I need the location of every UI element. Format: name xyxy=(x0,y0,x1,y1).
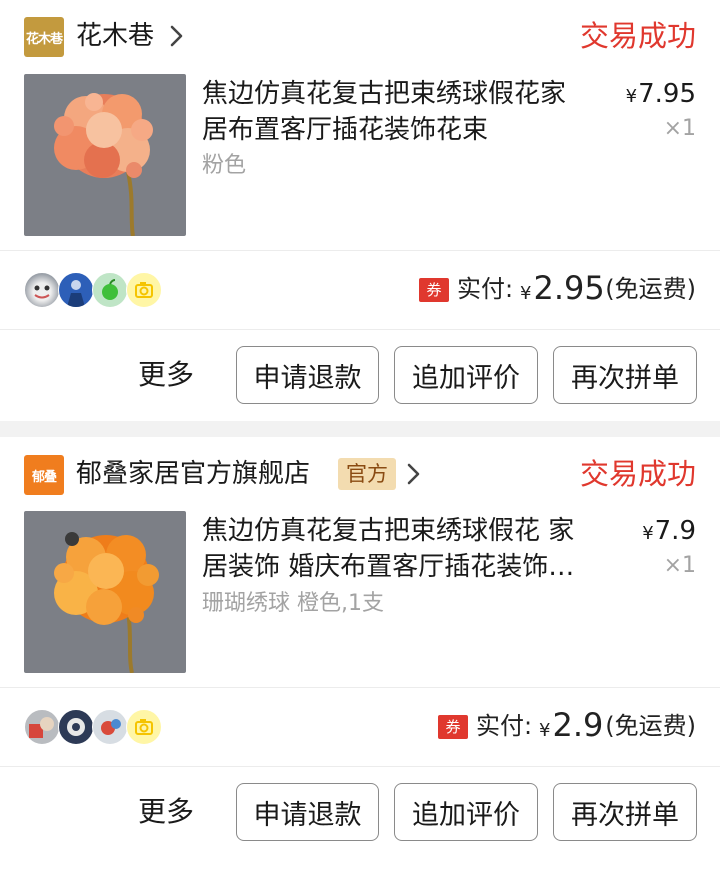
add-review-button[interactable]: 追加评价 xyxy=(394,783,538,841)
payment-row: 券 实付: ¥2.9 (免运费) xyxy=(0,688,720,766)
shipping-note: (免运费) xyxy=(605,712,696,740)
avatar xyxy=(24,709,60,745)
payment-row: 券 实付: ¥2.95 (免运费) xyxy=(0,251,720,329)
shop-name[interactable]: 郁叠家居官方旗舰店 xyxy=(76,454,310,494)
paid-label: 实付: xyxy=(476,712,533,740)
product-title[interactable]: 焦边仿真花复古把束绣球假花 家 居装饰 婚庆布置客厅插花装饰… xyxy=(202,513,600,585)
shop-header[interactable]: 花木巷 花木巷 交易成功 xyxy=(0,0,720,74)
refund-button[interactable]: 申请退款 xyxy=(236,783,379,841)
product-sku: 珊瑚绣球 橙色,1支 xyxy=(202,591,384,616)
more-link[interactable]: 更多 xyxy=(138,353,194,397)
paid-amount: ¥2.9 xyxy=(539,706,604,744)
avatar xyxy=(126,272,162,308)
official-tag: 官方 xyxy=(338,458,396,490)
product-image[interactable] xyxy=(24,511,186,673)
hydrangea-image xyxy=(24,74,186,236)
product-sku: 粉色 xyxy=(202,153,247,178)
avatar xyxy=(58,709,94,745)
coupon-badge: 券 xyxy=(438,715,468,739)
avatar xyxy=(58,272,94,308)
product-item[interactable]: 焦边仿真花复古把束绣球假花家 居布置客厅插花装饰花束 粉色 ¥7.95 ×1 xyxy=(0,74,720,250)
unit-price: ¥7.95 xyxy=(625,79,696,109)
refund-button[interactable]: 申请退款 xyxy=(236,346,379,404)
quantity: ×1 xyxy=(663,553,696,578)
product-item[interactable]: 焦边仿真花复古把束绣球假花 家 居装饰 婚庆布置客厅插花装饰… 珊瑚绣球 橙色,… xyxy=(0,511,720,687)
product-title[interactable]: 焦边仿真花复古把束绣球假花家 居布置客厅插花装饰花束 xyxy=(202,76,600,148)
shop-name[interactable]: 花木巷 xyxy=(76,16,154,56)
action-row: 更多 申请退款 追加评价 再次拼单 xyxy=(0,330,720,420)
shop-logo: 花木巷 xyxy=(24,17,64,57)
shop-header[interactable]: 郁叠 郁叠家居官方旗舰店 官方 交易成功 xyxy=(0,437,720,511)
add-review-button[interactable]: 追加评价 xyxy=(394,346,538,404)
chevron-right-icon[interactable] xyxy=(168,22,186,50)
avatar xyxy=(126,709,162,745)
shipping-note: (免运费) xyxy=(605,275,696,303)
order-status: 交易成功 xyxy=(579,19,696,53)
rebuy-button[interactable]: 再次拼单 xyxy=(553,346,697,404)
shop-logo: 郁叠 xyxy=(24,455,64,495)
paid-label: 实付: xyxy=(457,275,514,303)
coupon-badge: 券 xyxy=(419,278,449,302)
avatar xyxy=(92,709,128,745)
paid-amount: ¥2.95 xyxy=(520,269,605,307)
chevron-right-icon[interactable] xyxy=(405,460,423,488)
unit-price: ¥7.9 xyxy=(642,516,696,546)
product-image[interactable] xyxy=(24,74,186,236)
rebuy-button[interactable]: 再次拼单 xyxy=(553,783,697,841)
order-status: 交易成功 xyxy=(579,457,696,491)
avatar xyxy=(24,272,60,308)
more-link[interactable]: 更多 xyxy=(138,790,194,834)
hydrangea-image xyxy=(24,511,186,673)
action-row: 更多 申请退款 追加评价 再次拼单 xyxy=(0,767,720,857)
order-card: 花木巷 花木巷 交易成功 焦边仿真花复古把束绣球假花家 居布置客厅插花装饰花束 … xyxy=(0,0,720,421)
quantity: ×1 xyxy=(663,116,696,141)
order-card: 郁叠 郁叠家居官方旗舰店 官方 交易成功 焦边仿真花复古把束绣球假花 家 居装饰… xyxy=(0,437,720,870)
avatar xyxy=(92,272,128,308)
